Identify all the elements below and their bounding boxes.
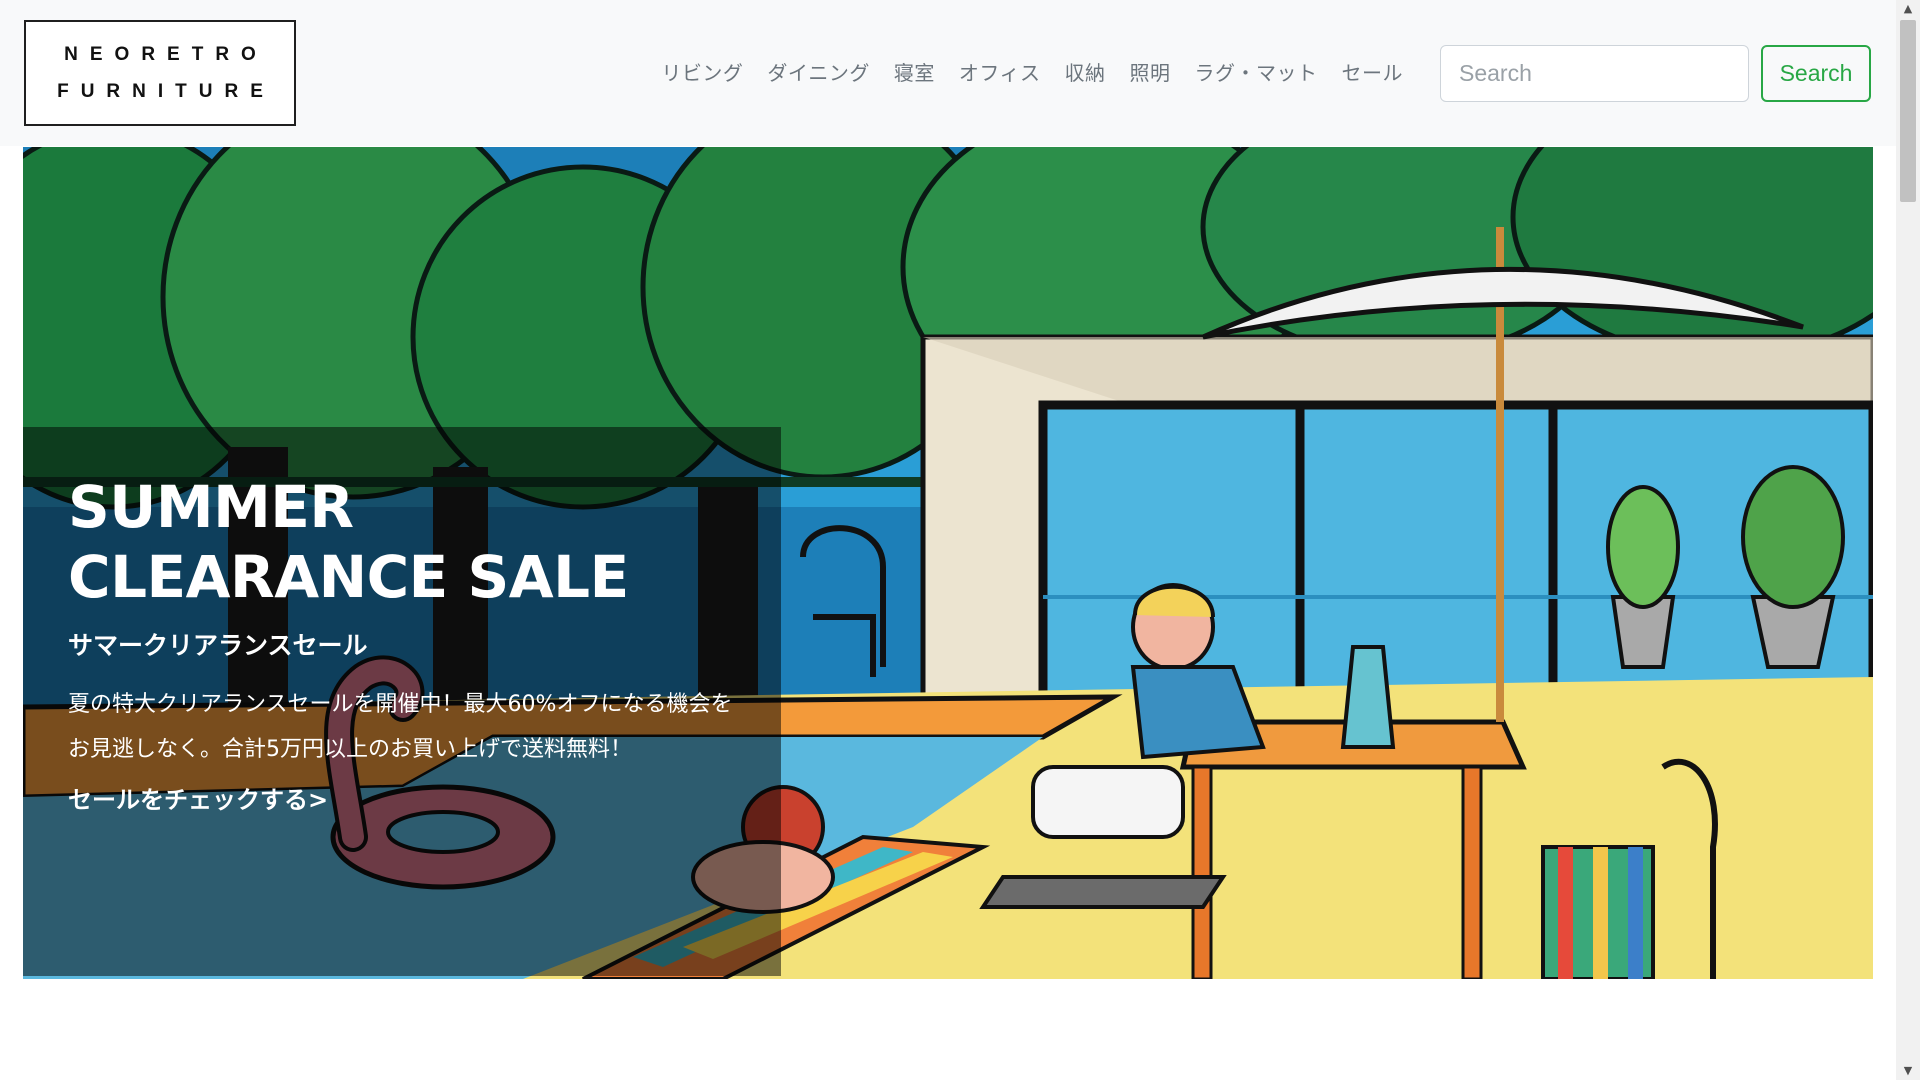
- brand-logo[interactable]: NEORETRO FURNITURE: [24, 20, 296, 126]
- search-input[interactable]: [1440, 45, 1749, 102]
- scroll-down-arrow-icon[interactable]: ▼: [1896, 1062, 1920, 1080]
- nav-link-lighting[interactable]: 照明: [1130, 50, 1171, 96]
- nav-link-dining[interactable]: ダイニング: [767, 50, 870, 96]
- hero-caption: SUMMER CLEARANCE SALE サマークリアランスセール 夏の特大ク…: [23, 427, 781, 976]
- nav-link-bedroom[interactable]: 寝室: [894, 50, 935, 96]
- navbar: NEORETRO FURNITURE リビング ダイニング 寝室 オフィス 収納…: [0, 0, 1896, 146]
- search-button[interactable]: Search: [1761, 45, 1871, 102]
- logo-line-1: NEORETRO: [64, 44, 268, 65]
- hero-description: 夏の特大クリアランスセールを開催中！最大60%オフになる機会をお見逃しなく。合計…: [68, 692, 733, 762]
- nav-link-office[interactable]: オフィス: [959, 50, 1041, 96]
- hero-banner: SUMMER CLEARANCE SALE サマークリアランスセール 夏の特大ク…: [23, 147, 1873, 979]
- nav-link-living[interactable]: リビング: [661, 50, 743, 96]
- hero-subtitle: サマークリアランスセール: [68, 631, 368, 660]
- vertical-scrollbar[interactable]: ▲ ▼: [1896, 0, 1920, 1080]
- check-sale-link[interactable]: セールをチェックする>: [68, 782, 328, 818]
- hero-title: SUMMER CLEARANCE SALE: [68, 473, 629, 611]
- nav-link-sale[interactable]: セール: [1342, 50, 1404, 96]
- logo-line-2: FURNITURE: [57, 81, 275, 102]
- nav-link-rugs-mats[interactable]: ラグ・マット: [1195, 50, 1318, 96]
- scrollbar-thumb[interactable]: [1900, 20, 1916, 202]
- scroll-up-arrow-icon[interactable]: ▲: [1896, 0, 1920, 18]
- main-nav: リビング ダイニング 寝室 オフィス 収納 照明 ラグ・マット セール: [661, 50, 1403, 96]
- nav-link-storage[interactable]: 収納: [1065, 50, 1106, 96]
- page: NEORETRO FURNITURE リビング ダイニング 寝室 オフィス 収納…: [0, 0, 1896, 1080]
